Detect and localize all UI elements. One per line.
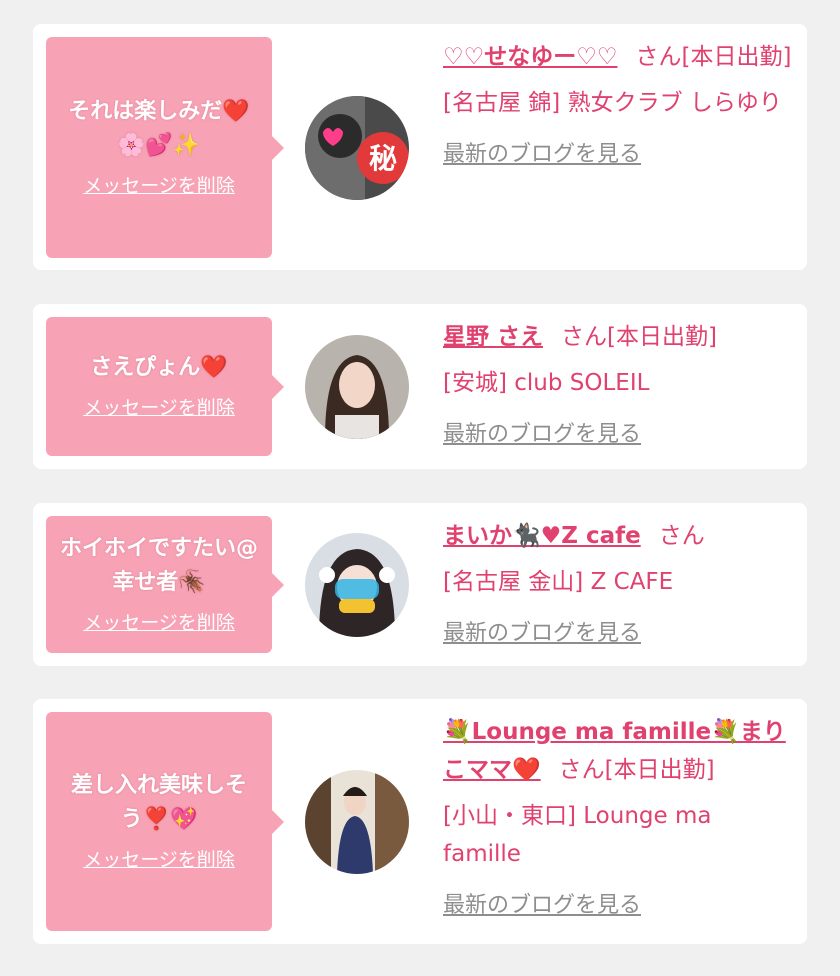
message-bubble: さえぴょん❤️ メッセージを削除: [46, 317, 284, 456]
cast-name-line: まいか🐈‍⬛♥Z cafe さん: [443, 517, 793, 555]
latest-blog-link[interactable]: 最新のブログを見る: [443, 615, 641, 653]
cast-status: さん[本日出勤]: [635, 44, 792, 70]
cast-status: さん[本日出勤]: [561, 324, 717, 350]
cast-card: ホイホイですたい@幸せ者🪳 メッセージを削除 まいか🐈‍⬛♥Z cafe さん […: [33, 503, 807, 666]
latest-blog-link[interactable]: 最新のブログを見る: [443, 887, 641, 925]
svg-text:秘: 秘: [369, 142, 397, 175]
avatar-photo-icon: [305, 533, 409, 637]
cast-status: さん: [658, 523, 705, 549]
latest-blog-link[interactable]: 最新のブログを見る: [443, 136, 641, 174]
avatar[interactable]: [305, 770, 409, 874]
cast-name-line: 💐Lounge ma famille💐まりこママ❤️ さん[本日出勤]: [443, 713, 793, 789]
delete-message-link[interactable]: メッセージを削除: [83, 171, 235, 201]
avatar-photo-icon: [305, 770, 409, 874]
cast-status: さん[本日出勤]: [558, 757, 715, 783]
cast-name-link[interactable]: 星野 さえ: [443, 324, 543, 350]
avatar[interactable]: [305, 335, 409, 439]
message-bubble: ホイホイですたい@幸せ者🪳 メッセージを削除: [46, 516, 284, 653]
delete-message-link[interactable]: メッセージを削除: [83, 608, 235, 638]
cast-info: 💐Lounge ma famille💐まりこママ❤️ さん[本日出勤] [小山・東…: [443, 713, 793, 925]
cast-info: まいか🐈‍⬛♥Z cafe さん [名古屋 金山] Z CAFE 最新のブログを見…: [443, 517, 793, 653]
message-bubble: 差し入れ美味しそう❣️💖 メッセージを削除: [46, 712, 284, 931]
cast-name-link[interactable]: まいか🐈‍⬛♥Z cafe: [443, 523, 641, 549]
cast-name-link[interactable]: ♡♡せなゆー♡♡: [443, 44, 617, 70]
cast-name-line: ♡♡せなゆー♡♡ さん[本日出勤]: [443, 38, 793, 76]
delete-message-link[interactable]: メッセージを削除: [83, 845, 235, 875]
message-text: それは楽しみだ❤️🌸💕✨: [68, 98, 250, 158]
cast-info: ♡♡せなゆー♡♡ さん[本日出勤] [名古屋 錦] 熟女クラブ しらゆり 最新のブ…: [443, 38, 793, 174]
latest-blog-link[interactable]: 最新のブログを見る: [443, 416, 641, 454]
shop-name: [名古屋 金山] Z CAFE: [443, 569, 674, 595]
avatar-photo-icon: [305, 335, 409, 439]
cast-info: 星野 さえ さん[本日出勤] [安城] club SOLEIL 最新のブログを見る: [443, 318, 793, 454]
shop-name: [名古屋 錦] 熟女クラブ しらゆり: [443, 90, 782, 116]
avatar[interactable]: [305, 533, 409, 637]
avatar-photo-icon: 秘: [305, 96, 409, 200]
message-text: さえぴょん❤️: [90, 354, 228, 380]
avatar[interactable]: 秘: [305, 96, 409, 200]
shop-name: [安城] club SOLEIL: [443, 370, 650, 396]
message-text: 差し入れ美味しそう❣️💖: [70, 772, 247, 832]
cast-card: さえぴょん❤️ メッセージを削除 星野 さえ さん[本日出勤] [安城] club…: [33, 304, 807, 469]
favorite-cast-list: それは楽しみだ❤️🌸💕✨ メッセージを削除 秘 ♡♡せなゆー♡♡ さん[本日出勤]…: [0, 0, 840, 976]
cast-card: 差し入れ美味しそう❣️💖 メッセージを削除 💐Lounge ma famille…: [33, 699, 807, 944]
cast-name-line: 星野 さえ さん[本日出勤]: [443, 318, 793, 356]
message-bubble: それは楽しみだ❤️🌸💕✨ メッセージを削除: [46, 37, 284, 258]
shop-name: [小山・東口] Lounge ma famille: [443, 803, 712, 867]
message-text: ホイホイですたい@幸せ者🪳: [59, 535, 258, 595]
cast-card: それは楽しみだ❤️🌸💕✨ メッセージを削除 秘 ♡♡せなゆー♡♡ さん[本日出勤]…: [33, 24, 807, 270]
delete-message-link[interactable]: メッセージを削除: [83, 393, 235, 423]
